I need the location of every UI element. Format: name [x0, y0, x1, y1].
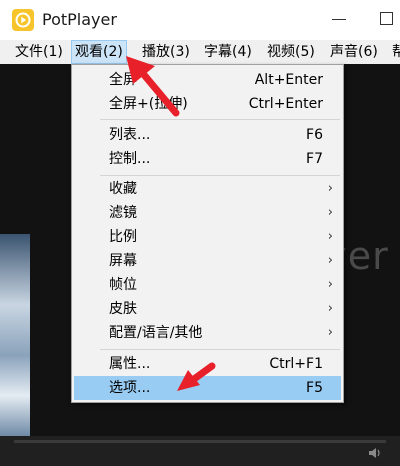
arrow-icon: [126, 56, 180, 117]
annotation-arrows: [126, 56, 216, 391]
arrow-icon: [177, 362, 216, 391]
